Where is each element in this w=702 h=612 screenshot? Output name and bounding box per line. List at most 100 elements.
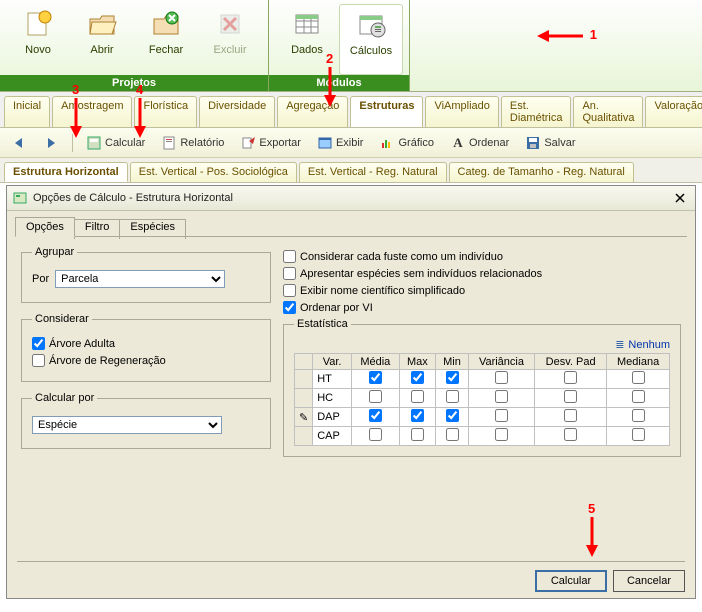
tab-diversidade[interactable]: Diversidade <box>199 96 275 127</box>
ribbon-group-title: Módulos <box>269 75 409 91</box>
tab-floristica[interactable]: Florística <box>134 96 197 127</box>
calcs-button[interactable]: Cálculos <box>339 4 403 75</box>
exportar-button[interactable]: Exportar <box>237 133 304 153</box>
calcular-dialog-button[interactable]: Calcular <box>535 570 607 592</box>
subtab-est-horizontal[interactable]: Estrutura Horizontal <box>4 162 128 182</box>
tab-inicial[interactable]: Inicial <box>4 96 50 127</box>
calcular-button[interactable]: Calcular <box>83 133 148 153</box>
tab-viampliado[interactable]: ViAmpliado <box>425 96 498 127</box>
nav-back-button[interactable] <box>8 133 30 153</box>
file-new-icon <box>22 8 54 40</box>
stats-max-checkbox[interactable] <box>411 409 424 422</box>
stats-desvpad-checkbox[interactable] <box>564 390 577 403</box>
view-icon <box>317 135 333 151</box>
stats-desvpad-checkbox[interactable] <box>564 371 577 384</box>
stats-var-cell: HT <box>313 370 352 389</box>
dialog-body: Agrupar Por Parcela Considerar Árvore Ad… <box>7 238 695 475</box>
tab-agregacao[interactable]: Agregação <box>277 96 348 127</box>
stats-media-checkbox[interactable] <box>369 409 382 422</box>
calculator-icon <box>86 135 102 151</box>
ordenar-vi-checkbox[interactable] <box>283 301 296 314</box>
stats-min-checkbox[interactable] <box>446 428 459 441</box>
open-button[interactable]: Abrir <box>70 4 134 75</box>
delete-button-label: Excluir <box>213 44 246 56</box>
subtab-categ-tamanho[interactable]: Categ. de Tamanho - Reg. Natural <box>449 162 634 182</box>
stats-max-checkbox[interactable] <box>411 428 424 441</box>
folder-open-icon <box>86 8 118 40</box>
arvore-adulta-label: Árvore Adulta <box>49 338 115 350</box>
stats-mediana-checkbox[interactable] <box>632 409 645 422</box>
ribbon: NovoAbrirFecharExcluirProjetosDadosCálcu… <box>0 0 702 92</box>
ordenar-vi-label: Ordenar por VI <box>300 302 373 314</box>
stats-variancia-checkbox[interactable] <box>495 371 508 384</box>
grafico-button[interactable]: Gráfico <box>376 133 436 153</box>
nenhum-link[interactable]: Nenhum <box>628 339 670 351</box>
delete-icon <box>214 8 246 40</box>
calcular-por-select[interactable]: Espécie <box>32 416 222 434</box>
stats-min-checkbox[interactable] <box>446 409 459 422</box>
cancelar-button[interactable]: Cancelar <box>613 570 685 592</box>
por-label: Por <box>32 273 49 285</box>
salvar-button[interactable]: Salvar <box>522 133 578 153</box>
report-icon <box>161 135 177 151</box>
ordenar-button[interactable]: AOrdenar <box>447 133 512 153</box>
stats-row: HT <box>295 370 670 389</box>
dialog-tab-opções[interactable]: Opções <box>15 217 75 237</box>
close-icon <box>675 193 685 203</box>
stats-max-checkbox[interactable] <box>411 371 424 384</box>
stats-variancia-checkbox[interactable] <box>495 409 508 422</box>
agrupar-legend: Agrupar <box>32 246 77 258</box>
stats-variancia-checkbox[interactable] <box>495 390 508 403</box>
group-estatistica: Estatística ≣ Nenhum Var.MédiaMaxMinVari… <box>283 318 681 457</box>
save-icon <box>525 135 541 151</box>
stats-col-header: Média <box>351 354 399 370</box>
fuste-individuo-checkbox[interactable] <box>283 250 296 263</box>
tab-amostragem[interactable]: Amostragem <box>52 96 132 127</box>
agrupar-select[interactable]: Parcela <box>55 270 225 288</box>
group-considerar: Considerar Árvore Adulta Árvore de Regen… <box>21 313 271 382</box>
stats-var-cell: DAP <box>313 408 352 427</box>
exportar-label: Exportar <box>259 137 301 149</box>
subtab-est-vert-reg[interactable]: Est. Vertical - Reg. Natural <box>299 162 447 182</box>
tab-est-diametrica[interactable]: Est. Diamétrica <box>501 96 572 127</box>
stats-min-checkbox[interactable] <box>446 371 459 384</box>
sort-icon: A <box>450 135 466 151</box>
nav-forward-button[interactable] <box>40 133 62 153</box>
main-tabstrip: InicialAmostragemFlorísticaDiversidadeAg… <box>0 92 702 128</box>
arvore-regen-checkbox[interactable] <box>32 354 45 367</box>
close-button[interactable]: Fechar <box>134 4 198 75</box>
nome-cientifico-label: Exibir nome científico simplificado <box>300 285 465 297</box>
stats-variancia-checkbox[interactable] <box>495 428 508 441</box>
arvore-regen-label: Árvore de Regeneração <box>49 355 166 367</box>
arvore-adulta-checkbox[interactable] <box>32 337 45 350</box>
group-agrupar: Agrupar Por Parcela <box>21 246 271 303</box>
tab-valoracao[interactable]: Valoração <box>645 96 702 127</box>
especies-sem-ind-checkbox[interactable] <box>283 267 296 280</box>
stats-mediana-checkbox[interactable] <box>632 390 645 403</box>
stats-desvpad-checkbox[interactable] <box>564 409 577 422</box>
stats-media-checkbox[interactable] <box>369 371 382 384</box>
stats-mediana-checkbox[interactable] <box>632 371 645 384</box>
tab-an-qualitativa[interactable]: An. Qualitativa <box>573 96 643 127</box>
stats-mediana-checkbox[interactable] <box>632 428 645 441</box>
data-button[interactable]: Dados <box>275 4 339 75</box>
subtab-est-vert-pos[interactable]: Est. Vertical - Pos. Sociológica <box>130 162 297 182</box>
stats-min-checkbox[interactable] <box>446 390 459 403</box>
nenhum-icon: ≣ <box>615 338 624 351</box>
dialog-icon <box>13 190 29 206</box>
ordenar-label: Ordenar <box>469 137 509 149</box>
close-button[interactable] <box>671 190 689 206</box>
row-edit-icon: ✎ <box>295 408 313 427</box>
stats-max-checkbox[interactable] <box>411 390 424 403</box>
relatorio-button[interactable]: Relatório <box>158 133 227 153</box>
exibir-button[interactable]: Exibir <box>314 133 367 153</box>
stats-desvpad-checkbox[interactable] <box>564 428 577 441</box>
tab-estruturas[interactable]: Estruturas <box>350 96 423 127</box>
stats-media-checkbox[interactable] <box>369 390 382 403</box>
nome-cientifico-checkbox[interactable] <box>283 284 296 297</box>
export-icon <box>240 135 256 151</box>
stats-col-header: Mediana <box>607 354 670 370</box>
stats-media-checkbox[interactable] <box>369 428 382 441</box>
new-button[interactable]: Novo <box>6 4 70 75</box>
dialog-tabs: OpçõesFiltroEspécies <box>7 211 695 237</box>
